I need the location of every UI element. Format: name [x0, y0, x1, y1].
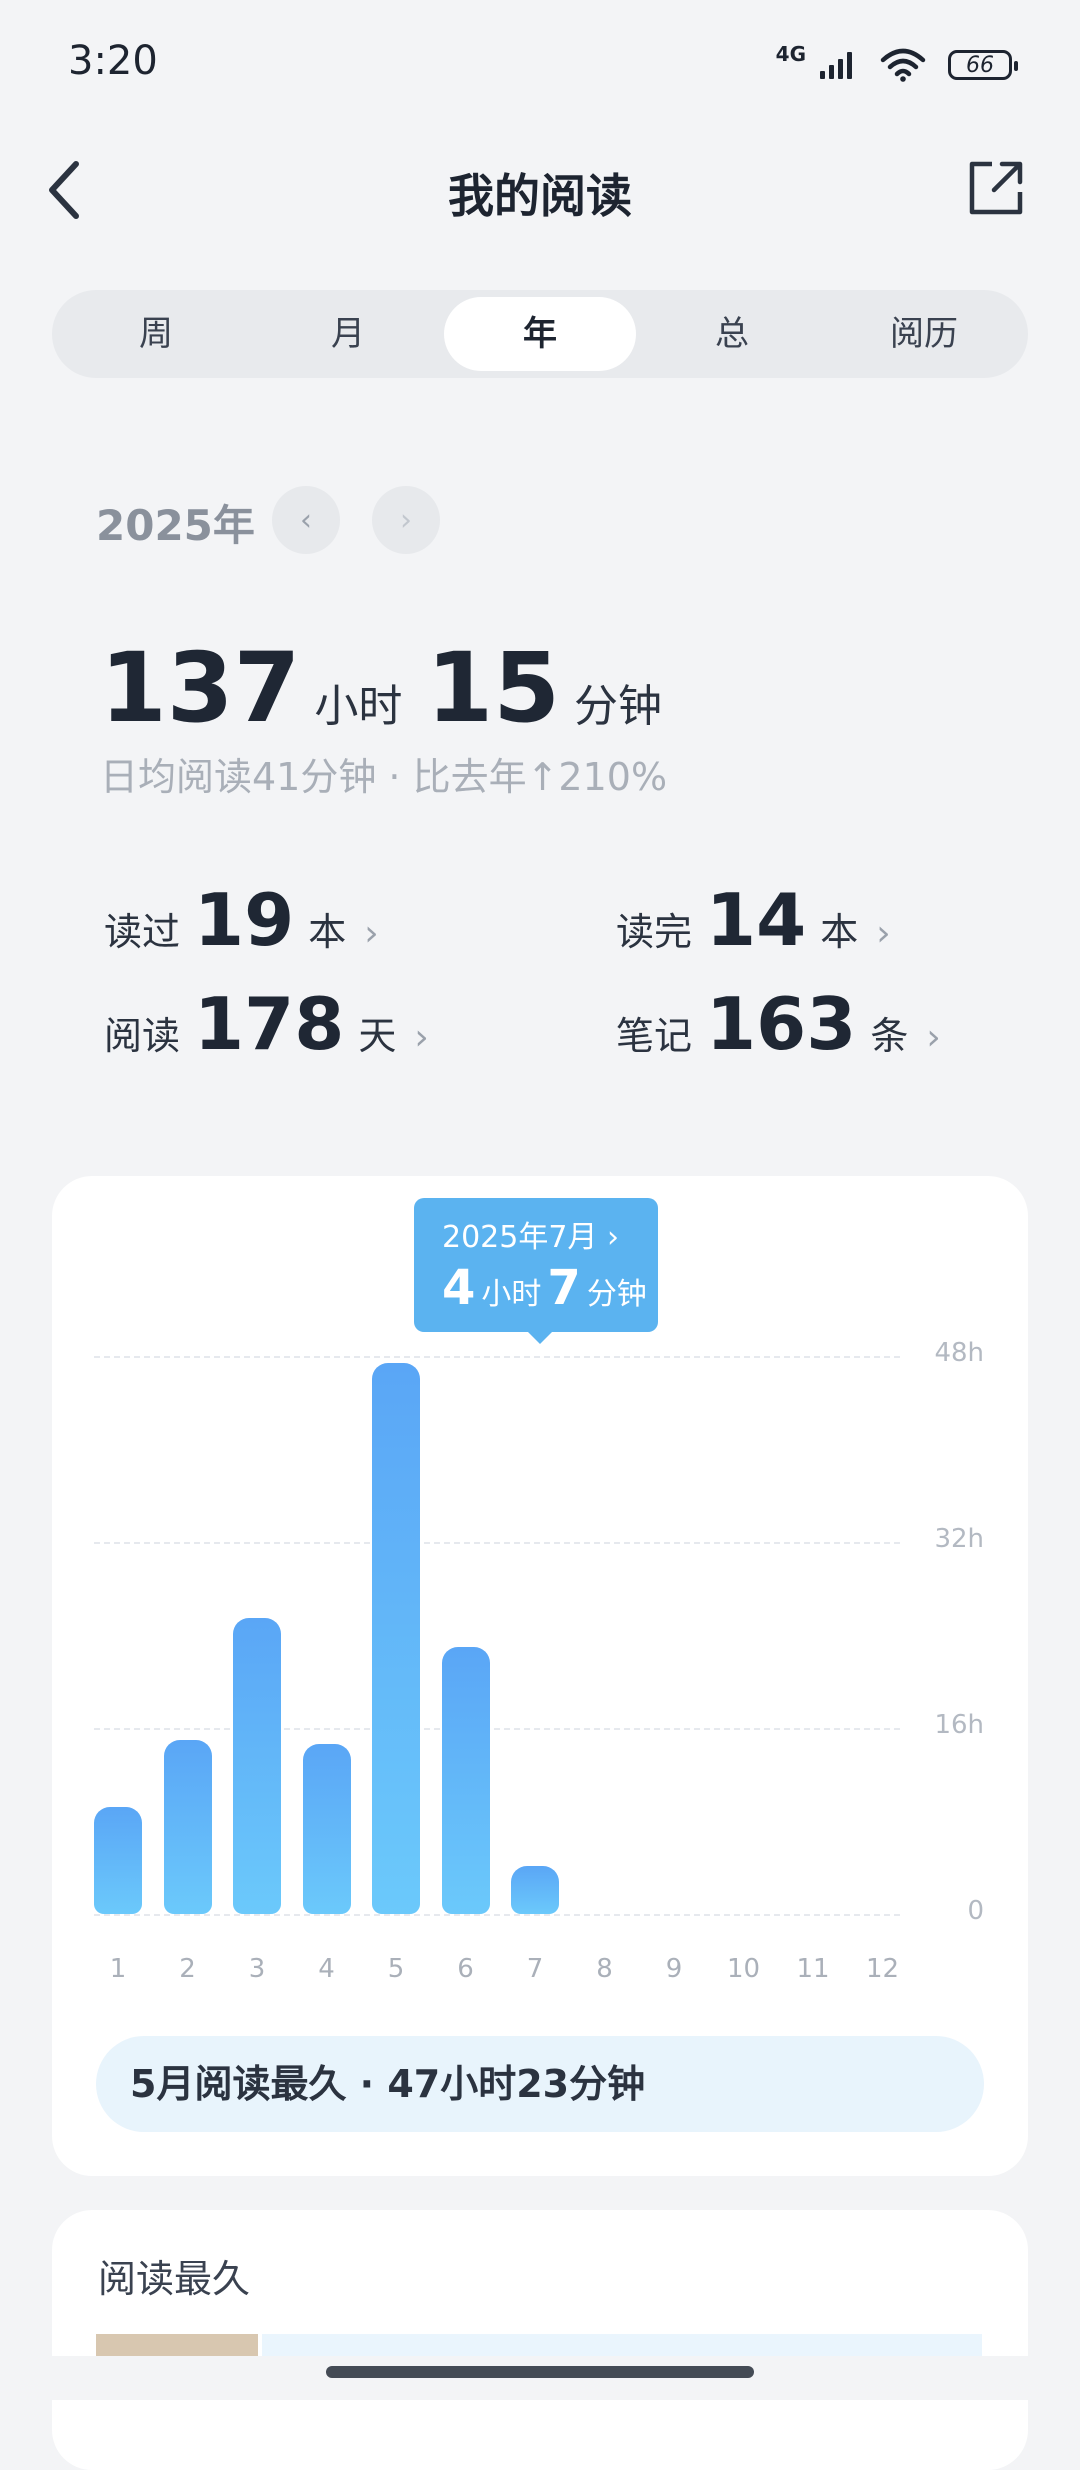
bottom-nav-area — [0, 2356, 1080, 2400]
section-title: 阅读最久 — [98, 2257, 251, 2301]
tooltip-hours-unit: 小时 — [481, 1277, 542, 1312]
year-label: 2025年 — [96, 501, 255, 550]
tab-year[interactable]: 年 — [444, 297, 636, 371]
stat-label: 笔记 — [616, 1014, 693, 1058]
total-minutes: 15 — [426, 632, 560, 744]
battery-level: 66 — [966, 52, 994, 78]
tooltip-minutes: 7 — [547, 1260, 581, 1316]
chevron-left-icon: ‹ — [300, 502, 312, 538]
total-hours: 137 — [100, 632, 301, 744]
chevron-right-icon: › — [414, 1017, 429, 1058]
battery-indicator: 66 — [948, 50, 1018, 80]
network-type-label: 4G — [775, 42, 806, 66]
tab-total[interactable]: 总 — [636, 297, 828, 371]
stat-unit: 本 — [820, 910, 859, 954]
page-title: 我的阅读 — [448, 169, 632, 223]
status-time: 3:20 — [68, 38, 158, 84]
stat-unit: 天 — [358, 1014, 397, 1058]
chevron-right-icon: › — [400, 502, 412, 538]
status-icons: 4G 66 — [775, 42, 1018, 86]
tooltip-date: 2025年7月 › — [442, 1220, 619, 1255]
tab-month[interactable]: 月 — [252, 297, 444, 371]
stat-label: 阅读 — [104, 1014, 181, 1058]
period-tabs: 周 月 年 总 阅历 — [52, 290, 1028, 378]
hours-unit: 小时 — [314, 681, 403, 732]
share-icon[interactable] — [964, 156, 1028, 220]
tab-week[interactable]: 周 — [60, 297, 252, 371]
previous-year-button[interactable]: ‹ — [272, 486, 340, 554]
longest-month-summary: 5月阅读最久 · 47小时23分钟 — [96, 2036, 984, 2132]
stat-notes[interactable]: 笔记 163 条 › — [616, 988, 941, 1060]
home-indicator[interactable] — [326, 2366, 754, 2378]
chevron-right-icon: › — [926, 1017, 941, 1058]
minutes-unit: 分钟 — [573, 681, 662, 732]
stat-books-read[interactable]: 读过 19 本 › — [104, 884, 379, 956]
cellular-signal-icon — [820, 52, 852, 79]
tooltip-hours: 4 — [442, 1260, 476, 1316]
tooltip-value: 4 小时 7 分钟 — [442, 1264, 658, 1313]
stat-label: 读过 — [104, 910, 181, 954]
daily-average-comparison: 日均阅读41分钟 · 比去年↑210% — [100, 755, 668, 799]
wifi-icon — [880, 48, 926, 82]
chevron-right-icon: › — [364, 913, 379, 954]
stat-value: 163 — [706, 982, 857, 1066]
chart-tooltip[interactable]: 2025年7月 › 4 小时 7 分钟 — [414, 1198, 658, 1344]
stat-unit: 本 — [308, 910, 347, 954]
total-reading-time: 137 小时 15 分钟 — [100, 640, 672, 736]
stat-value: 178 — [194, 982, 345, 1066]
stat-label: 读完 — [616, 910, 693, 954]
stat-books-finished[interactable]: 读完 14 本 › — [616, 884, 891, 956]
stat-reading-days[interactable]: 阅读 178 天 › — [104, 988, 429, 1060]
chevron-right-icon: › — [876, 913, 891, 954]
stat-value: 14 — [706, 878, 807, 962]
next-year-button[interactable]: › — [372, 486, 440, 554]
stat-unit: 条 — [870, 1014, 909, 1058]
stat-value: 19 — [194, 878, 295, 962]
tab-history[interactable]: 阅历 — [828, 297, 1020, 371]
tooltip-minutes-unit: 分钟 — [586, 1277, 647, 1312]
